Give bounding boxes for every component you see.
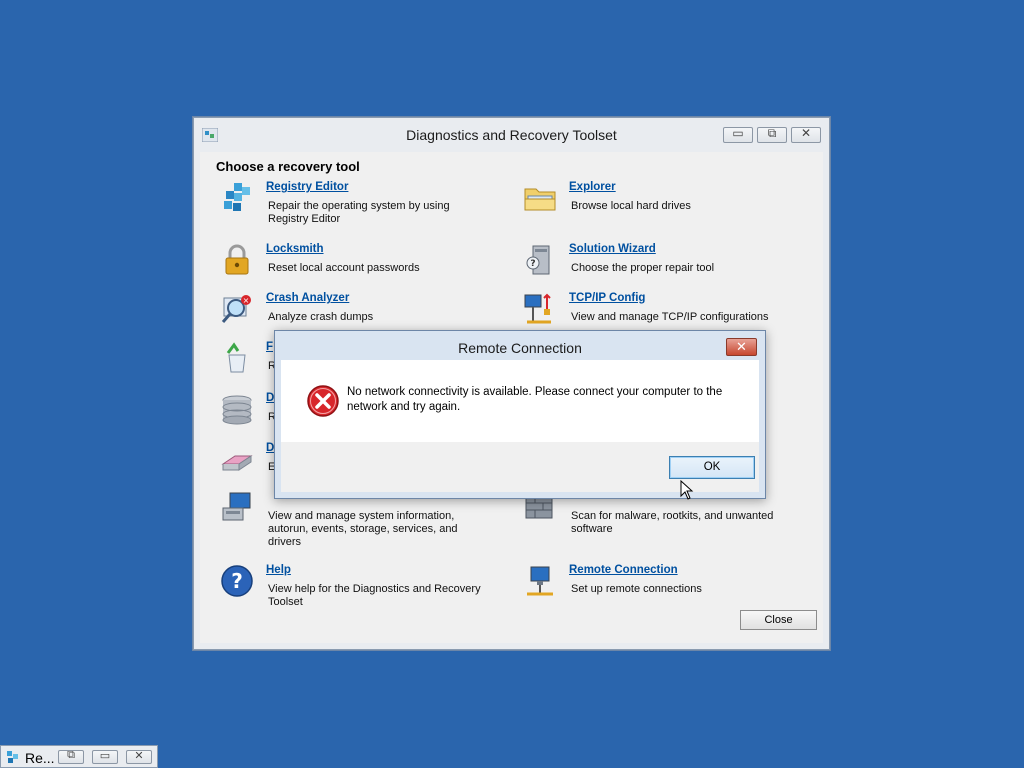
tool-system-sweeper: Scan for malware, rootkits, and unwanted… <box>523 490 823 550</box>
ok-button[interactable]: OK <box>669 456 755 479</box>
remote-connection-link[interactable]: Remote Connection <box>569 564 678 576</box>
svg-text:?: ? <box>231 569 243 593</box>
dialog-message: No network connectivity is available. Pl… <box>347 386 723 413</box>
remote-monitor-icon <box>527 566 553 596</box>
folder-icon <box>524 188 556 211</box>
padlock-icon <box>225 244 249 275</box>
registry-icon <box>224 183 250 211</box>
explorer-desc: Browse local hard drives <box>571 200 691 212</box>
locksmith-link[interactable]: Locksmith <box>266 243 324 255</box>
tool-computer-management: View and manage system information, auto… <box>220 490 520 550</box>
taskbar-restore-button[interactable]: ⧉ <box>58 749 84 764</box>
close-button[interactable]: Close <box>740 610 817 630</box>
crash-analyzer-desc: Analyze crash dumps <box>268 311 374 323</box>
tool-registry-editor: Registry Editor Repair the operating sys… <box>220 181 520 241</box>
page-heading: Choose a recovery tool <box>216 159 360 174</box>
tcpip-config-link[interactable]: TCP/IP Config <box>569 292 645 304</box>
help-desc: View help for the Diagnostics and Recove… <box>268 583 481 608</box>
registry-editor-desc: Repair the operating system by using Reg… <box>268 200 450 225</box>
close-icon: ✕ <box>800 126 812 140</box>
minimized-window-label: Re... <box>25 750 55 766</box>
computer-management-icon <box>222 492 251 521</box>
file-restore-link[interactable]: F <box>266 341 273 353</box>
solution-wizard-desc: Choose the proper repair tool <box>571 262 715 274</box>
dialog-body: No network connectivity is available. Pl… <box>281 360 759 442</box>
svg-text:?: ? <box>530 259 535 269</box>
minimized-window-button[interactable]: Re... ⧉ ▭ ✕ <box>0 745 158 768</box>
wizard-icon: ? <box>526 245 550 275</box>
recycle-bin-icon <box>226 342 246 373</box>
tool-explorer: Explorer Browse local hard drives <box>523 181 823 241</box>
error-icon <box>307 385 339 417</box>
computer-management-desc: View and manage system information, auto… <box>268 510 458 548</box>
app-icon <box>7 751 18 763</box>
restore-icon: ⧉ <box>67 749 75 761</box>
crash-analyzer-link[interactable]: Crash Analyzer <box>266 292 349 304</box>
tcpip-config-desc: View and manage TCP/IP configurations <box>571 311 769 323</box>
maximize-button[interactable]: ⧉ <box>757 126 787 143</box>
registry-editor-link[interactable]: Registry Editor <box>266 181 348 193</box>
taskbar-maximize-button[interactable]: ▭ <box>92 750 118 764</box>
tool-help: ? Help View help for the Diagnostics and… <box>220 564 520 624</box>
eraser-icon <box>221 455 253 471</box>
maximize-icon: ▭ <box>99 750 111 762</box>
network-config-icon <box>524 293 551 324</box>
close-icon: ✕ <box>134 750 144 762</box>
help-icon: ? <box>221 565 253 597</box>
magnifier-icon: × <box>221 295 251 323</box>
locksmith-desc: Reset local account passwords <box>268 262 420 274</box>
minimize-icon: ▭ <box>732 126 744 140</box>
svg-text:×: × <box>243 296 250 305</box>
mouse-cursor-icon <box>680 480 694 500</box>
maximize-icon: ⧉ <box>767 126 777 140</box>
remote-connection-desc: Set up remote connections <box>571 583 702 595</box>
system-sweeper-desc: Scan for malware, rootkits, and unwanted… <box>571 510 774 535</box>
explorer-link[interactable]: Explorer <box>569 181 616 193</box>
dialog-title: Remote Connection <box>458 340 582 356</box>
remote-connection-dialog: Remote Connection ✕ No network connectiv… <box>274 330 766 499</box>
disk-stack-icon <box>222 395 252 425</box>
solution-wizard-link[interactable]: Solution Wizard <box>569 243 656 255</box>
dialog-close-button[interactable]: ✕ <box>726 338 757 356</box>
window-titlebar[interactable]: Diagnostics and Recovery Toolset ▭ ⧉ ✕ <box>194 118 829 152</box>
window-close-button[interactable]: ✕ <box>791 126 821 143</box>
taskbar-close-button[interactable]: ✕ <box>126 750 152 764</box>
minimize-button[interactable]: ▭ <box>723 126 753 143</box>
close-icon: ✕ <box>736 339 747 354</box>
help-link[interactable]: Help <box>266 564 291 576</box>
